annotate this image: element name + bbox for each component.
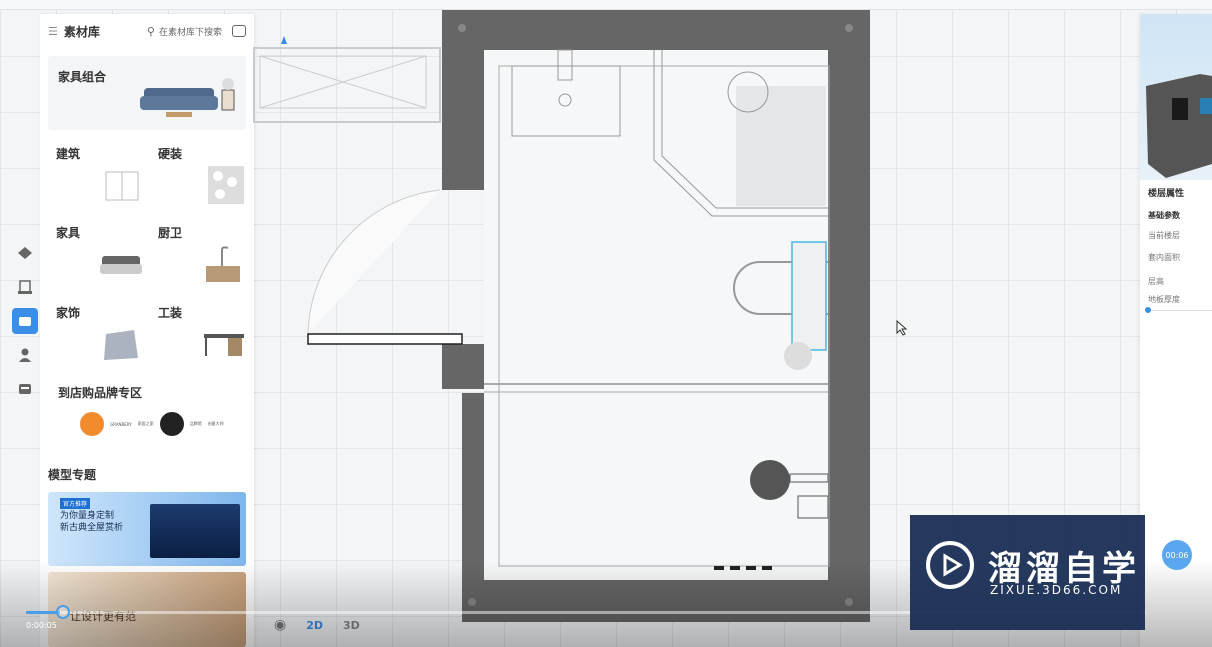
pillow-icon [104, 330, 138, 360]
brand-logo-2[interactable] [159, 412, 184, 436]
basic-params-title: 基础参数 [1148, 211, 1180, 220]
panel-header: ☰ 素材库 ⚲ 在素材库下搜索 [40, 14, 254, 48]
field-inner-area: 套内面积 [1148, 253, 1180, 262]
material-library-icon[interactable] [12, 308, 38, 334]
corner-marker [468, 598, 476, 606]
view-3d-button[interactable]: 3D [343, 619, 360, 632]
field-current-floor: 当前楼层 [1148, 231, 1180, 240]
tile-icon [208, 166, 244, 204]
video-seek-handle[interactable] [56, 605, 70, 619]
north-arrow-icon [281, 36, 287, 44]
category-workwear[interactable]: 工装 [158, 304, 182, 321]
structure-tool-icon[interactable] [12, 240, 38, 266]
field-floor-thickness: 地板厚度 [1148, 295, 1180, 304]
camera-icon[interactable] [232, 25, 246, 37]
topic-banner-1[interactable]: 官方推荐 为你量身定制 新古典全屋赏析 [48, 492, 246, 566]
video-timer-badge: 00:06 [1162, 540, 1192, 570]
material-library-panel: ☰ 素材库 ⚲ 在素材库下搜索 家具组合 建筑 硬装 家具 厨卫 家饰 工装 到… [40, 14, 254, 647]
floor-properties-title: 楼层属性 [1148, 189, 1185, 199]
view-2d-button[interactable]: 2D [306, 619, 323, 632]
thickness-slider-track[interactable] [1148, 310, 1212, 311]
sofa-icon [100, 256, 142, 274]
category-decor[interactable]: 家饰 [56, 304, 80, 321]
corner-marker [845, 598, 853, 606]
template-tool-icon[interactable] [12, 376, 38, 402]
corner-marker [845, 24, 853, 32]
category-hard-decoration[interactable]: 硬装 [158, 145, 182, 162]
mouse-cursor-icon [896, 320, 908, 336]
furniture-combo-card[interactable]: 家具组合 [48, 56, 246, 130]
brand-logos: GRANBERY 家居之家 品牌馆 创意大师 [80, 410, 250, 438]
banner-tag: 官方推荐 [60, 498, 91, 509]
brand-name-1[interactable]: GRANBERY [110, 422, 132, 427]
door-swing [307, 189, 441, 335]
3d-preview-thumbnail[interactable] [1140, 14, 1212, 180]
topic-banner-2[interactable]: 让设计更有范 [48, 572, 246, 647]
list-icon[interactable]: ☰ [48, 25, 58, 38]
brand-section-title: 到店购品牌专区 [58, 386, 143, 400]
banner1-image [150, 504, 240, 558]
category-kitchen-bath[interactable]: 厨卫 [158, 224, 182, 241]
banner1-line1: 为你量身定制 [60, 511, 115, 521]
window-icon [105, 171, 139, 201]
search-placeholder: 在素材库下搜索 [158, 27, 222, 38]
play-logo-icon [926, 541, 974, 589]
model-section-title: 模型专题 [48, 468, 97, 482]
corner-marker [458, 24, 466, 32]
left-tool-rail [10, 240, 40, 410]
video-time: 0:00:05 [26, 621, 57, 630]
eye-icon[interactable]: ◉ [274, 617, 286, 633]
brand-name-4[interactable]: 创意大师 [208, 421, 224, 427]
video-progress-fill [26, 611, 60, 614]
brand-logo-1[interactable] [80, 412, 104, 436]
user-icon[interactable] [12, 342, 38, 368]
window-element[interactable] [253, 47, 441, 123]
brand-name-2[interactable]: 家居之家 [138, 421, 154, 427]
field-floor-height: 层高 [1148, 277, 1164, 286]
category-furniture[interactable]: 家具 [56, 224, 80, 241]
panel-title: 素材库 [63, 24, 100, 39]
brand-name-3[interactable]: 品牌馆 [190, 421, 202, 427]
library-search[interactable]: ⚲ 在素材库下搜索 [147, 25, 222, 38]
search-icon: ⚲ [146, 24, 155, 38]
door-leaf[interactable] [307, 333, 463, 345]
combo-label: 家具组合 [58, 70, 107, 84]
sofa-combo-image [140, 78, 235, 117]
watermark: 溜溜自学 ZIXUE.3D66.COM [910, 515, 1145, 630]
watermark-url: ZIXUE.3D66.COM [990, 583, 1123, 597]
sink-icon [206, 246, 240, 282]
thickness-slider-handle[interactable] [1145, 307, 1151, 313]
banner1-line2: 新古典全屋赏析 [60, 523, 124, 533]
door-tool-icon[interactable] [12, 274, 38, 300]
desk-icon [204, 334, 244, 356]
category-architecture[interactable]: 建筑 [56, 145, 80, 162]
